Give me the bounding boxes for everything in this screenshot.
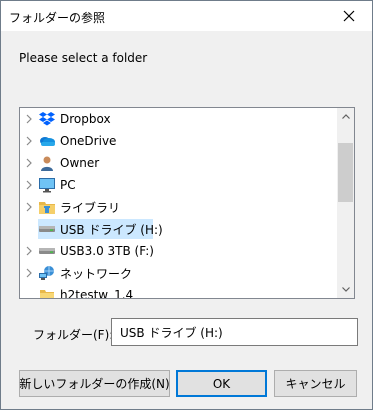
expand-chevron-icon[interactable]: [20, 130, 38, 152]
scroll-down-button[interactable]: [337, 281, 354, 298]
tree-item-label: Dropbox: [60, 112, 111, 126]
tree-item-library[interactable]: ライブラリ: [20, 196, 336, 218]
folder-field-label: フォルダー(F):: [33, 328, 114, 342]
scroll-up-button[interactable]: [337, 108, 354, 125]
onedrive-icon: [38, 132, 56, 150]
drive-icon: [38, 242, 56, 260]
close-button[interactable]: [332, 4, 366, 28]
tree-item-label: ネットワーク: [60, 266, 133, 281]
scroll-thumb[interactable]: [338, 143, 353, 202]
tree-item-h2testw[interactable]: h2testw_1.4: [20, 284, 336, 299]
expand-chevron-icon[interactable]: [20, 174, 38, 196]
expand-chevron-icon[interactable]: [20, 196, 38, 218]
tree-item-label: Owner: [60, 156, 100, 170]
computer-icon: [38, 176, 56, 194]
scroll-up-arrow-icon: [341, 114, 350, 119]
folder-path-input[interactable]: [111, 318, 358, 346]
expand-chevron-icon[interactable]: [20, 262, 38, 284]
tree-item-usb3-drive-f[interactable]: USB3.0 3TB (F:): [20, 240, 336, 262]
tree-item-label: USB ドライブ (H:): [60, 222, 163, 237]
dropbox-icon: [38, 110, 56, 128]
tree-item-usb-drive-h[interactable]: USB ドライブ (H:): [20, 218, 336, 240]
library-icon: [38, 198, 56, 216]
ok-button[interactable]: OK: [176, 370, 267, 397]
folder-icon: [38, 286, 56, 298]
instruction-text: Please select a folder: [19, 51, 148, 65]
tree-item-label: PC: [60, 178, 76, 192]
tree-item-label: ライブラリ: [60, 200, 121, 215]
expand-chevron-icon[interactable]: [20, 108, 38, 130]
user-icon: [38, 154, 56, 172]
usb-drive-icon: [38, 220, 56, 238]
tree-item-dropbox[interactable]: Dropbox: [20, 108, 336, 130]
new-folder-button[interactable]: 新しいフォルダーの作成(N): [19, 370, 170, 397]
cancel-button[interactable]: キャンセル: [274, 370, 357, 397]
tree-item-pc[interactable]: PC: [20, 174, 336, 196]
tree-item-owner[interactable]: Owner: [20, 152, 336, 174]
expand-chevron-icon[interactable]: [20, 240, 38, 262]
expand-chevron-icon[interactable]: [20, 152, 38, 174]
folder-tree-list: Dropbox OneDrive Owner PC ライブラリ USB ドライブ…: [20, 108, 336, 299]
network-icon: [38, 264, 56, 282]
title-bar: フォルダーの参照: [1, 1, 372, 31]
tree-vertical-scrollbar[interactable]: [337, 108, 354, 298]
tree-item-label: h2testw_1.4: [60, 288, 134, 299]
tree-item-onedrive[interactable]: OneDrive: [20, 130, 336, 152]
tree-item-label: OneDrive: [60, 134, 117, 148]
folder-tree[interactable]: Dropbox OneDrive Owner PC ライブラリ USB ドライブ…: [19, 107, 355, 299]
tree-item-label: USB3.0 3TB (F:): [60, 244, 154, 258]
close-icon: [343, 10, 355, 22]
folder-browse-dialog: フォルダーの参照 Please select a folder Dropbox …: [0, 0, 373, 410]
tree-item-network[interactable]: ネットワーク: [20, 262, 336, 284]
window-title: フォルダーの参照: [9, 11, 106, 25]
scroll-down-arrow-icon: [341, 287, 350, 292]
